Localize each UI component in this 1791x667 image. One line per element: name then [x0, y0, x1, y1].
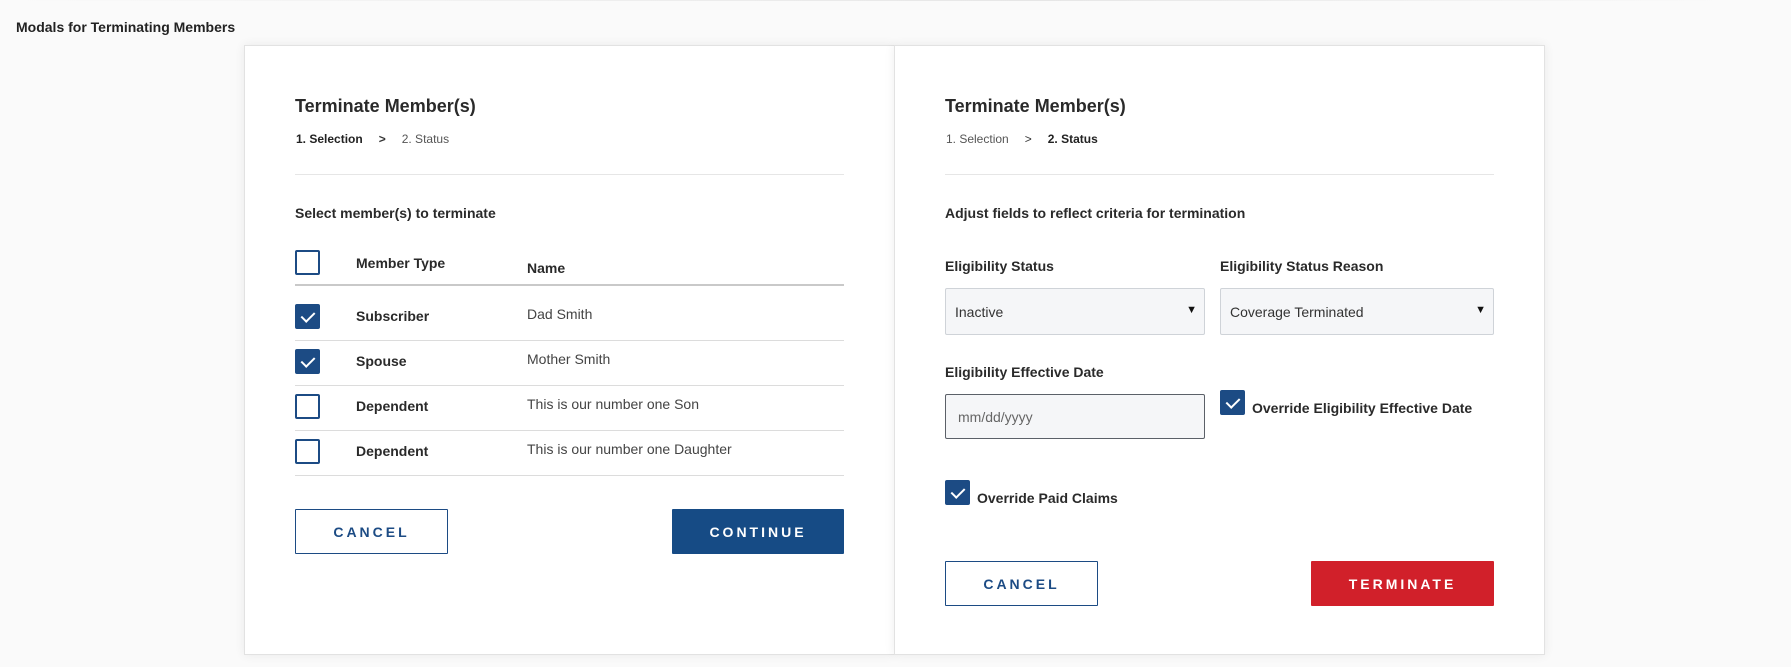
step-status: 2. Status	[401, 132, 450, 146]
modal-title: Terminate Member(s)	[945, 96, 1126, 116]
member-type-cell: Dependent	[356, 443, 429, 459]
terminate-button[interactable]: TERMINATE	[1311, 561, 1494, 606]
table-header-line	[295, 284, 844, 286]
override-effective-date-label: Override Eligibility Effective Date	[1252, 400, 1473, 416]
header-divider	[945, 174, 1494, 175]
eligibility-status-select[interactable]: Inactive ▼	[945, 288, 1205, 335]
member-type-cell: Dependent	[356, 398, 429, 414]
dropdown-arrow-icon: ▼	[1186, 304, 1197, 316]
terminate-modal-status: Terminate Member(s) 1. Selection > 2. St…	[894, 45, 1545, 655]
row-checkbox[interactable]	[295, 439, 320, 464]
top-divider	[0, 0, 1730, 1]
column-header-member-type: Member Type	[356, 255, 446, 271]
status-prompt: Adjust fields to reflect criteria for te…	[945, 205, 1246, 221]
row-checkbox[interactable]	[295, 304, 320, 329]
override-paid-claims-checkbox[interactable]	[945, 480, 970, 505]
modal-title: Terminate Member(s)	[295, 96, 476, 116]
step-separator: >	[378, 132, 386, 146]
selection-prompt: Select member(s) to terminate	[295, 205, 496, 221]
eligibility-status-reason-label: Eligibility Status Reason	[1220, 258, 1384, 274]
step-separator: >	[1024, 132, 1032, 146]
select-all-checkbox[interactable]	[295, 250, 320, 275]
eligibility-effective-date-label: Eligibility Effective Date	[945, 364, 1104, 380]
dropdown-arrow-icon: ▼	[1475, 304, 1486, 316]
row-checkbox[interactable]	[295, 349, 320, 374]
member-type-cell: Subscriber	[356, 308, 430, 324]
member-name-cell: Dad Smith	[527, 306, 593, 322]
row-divider	[295, 430, 844, 431]
eligibility-status-label: Eligibility Status	[945, 258, 1054, 274]
cancel-button[interactable]: CANCEL	[945, 561, 1098, 606]
page-title: Modals for Terminating Members	[16, 19, 236, 35]
step-status: 2. Status	[1047, 132, 1098, 146]
member-name-cell: This is our number one Son	[527, 396, 699, 412]
member-name-cell: Mother Smith	[527, 351, 611, 367]
step-breadcrumb: 1. Selection > 2. Status	[296, 132, 449, 146]
cancel-button[interactable]: CANCEL	[295, 509, 448, 554]
terminate-modal-selection: Terminate Member(s) 1. Selection > 2. St…	[244, 45, 895, 655]
row-checkbox[interactable]	[295, 394, 320, 419]
step-selection: 1. Selection	[946, 132, 1009, 146]
eligibility-effective-date-input[interactable]	[945, 394, 1205, 439]
override-paid-claims-label: Override Paid Claims	[977, 490, 1118, 506]
row-divider	[295, 385, 844, 386]
step-breadcrumb: 1. Selection > 2. Status	[946, 132, 1098, 146]
eligibility-status-value: Inactive	[955, 303, 1004, 320]
eligibility-status-reason-select[interactable]: Coverage Terminated ▼	[1220, 288, 1494, 335]
member-type-cell: Spouse	[356, 353, 407, 369]
continue-button[interactable]: CONTINUE	[672, 509, 844, 554]
eligibility-status-reason-value: Coverage Terminated	[1230, 303, 1364, 320]
row-divider	[295, 340, 844, 341]
header-divider	[295, 174, 844, 175]
column-header-name: Name	[527, 260, 566, 276]
member-name-cell: This is our number one Daughter	[527, 441, 732, 457]
override-effective-date-checkbox[interactable]	[1220, 390, 1245, 415]
step-selection: 1. Selection	[296, 132, 363, 146]
row-divider	[295, 475, 844, 476]
